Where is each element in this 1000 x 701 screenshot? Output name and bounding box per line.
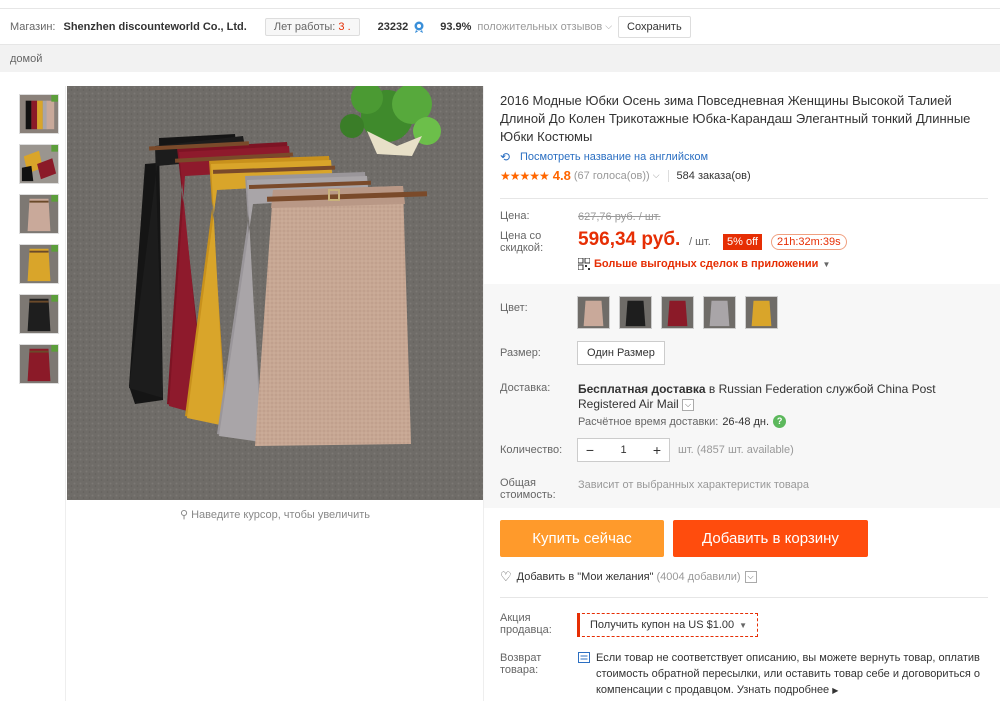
breadcrumb-home-link[interactable]: домой <box>10 53 42 65</box>
votes-count[interactable]: (67 голоса(ов)) <box>574 170 650 182</box>
total-price-value: Зависит от выбранных характеристик товар… <box>578 479 809 491</box>
thumbnail-5[interactable] <box>19 294 59 334</box>
product-title: 2016 Модные Юбки Осень зима Повседневная… <box>500 93 971 144</box>
discount-price-label: Цена со скидкой: <box>500 230 544 254</box>
coupon-text: Получить купон на <box>590 619 686 631</box>
star-rating-icon: ★★★★★ <box>500 168 550 183</box>
orders-count: 584 заказа(ов) <box>676 169 751 182</box>
quantity-label: Количество: <box>500 444 563 456</box>
translate-icon: ⟲ <box>500 150 511 164</box>
store-label: Магазин: <box>10 20 56 33</box>
quantity-decrease-button[interactable]: − <box>578 442 602 458</box>
thumbnail-3[interactable] <box>19 194 59 234</box>
thumbnail-list <box>12 86 66 701</box>
app-deals-link[interactable]: Больше выгодных сделок в приложении ▼ <box>578 258 830 270</box>
english-title-link[interactable]: ⟲ Посмотреть название на английском <box>500 150 988 164</box>
divider <box>667 169 669 182</box>
quantity-input[interactable]: 1 <box>602 444 645 456</box>
quantity-available: шт. (4857 шт. available) <box>678 444 794 456</box>
color-option-burgundy[interactable] <box>661 296 694 329</box>
qr-code-icon <box>578 258 590 270</box>
rating-row: ★★★★★ 4.8 (67 голоса(ов)) ⌵ 584 заказа(о… <box>500 168 988 183</box>
wishlist-row: ♡ Добавить в "Мои желания" (4004 добавил… <box>500 569 757 585</box>
quantity-stepper: − 1 + <box>577 438 670 462</box>
returns-policy: Если товар не соответствует описанию, вы… <box>596 650 990 699</box>
learn-more-link[interactable]: Узнать подробнее <box>737 684 829 696</box>
magnifier-icon: ⚲ <box>179 509 189 521</box>
store-years-badge: Лет работы: 3 . <box>264 17 360 36</box>
shipping-free: Бесплатная доставка <box>578 382 706 396</box>
help-icon[interactable]: ? <box>773 415 787 428</box>
per-unit-label: / шт. <box>689 236 711 248</box>
positive-feedback-pct: 93.9% <box>440 20 472 33</box>
medal-icon <box>414 21 424 33</box>
positive-feedback-label[interactable]: положительных отзывов <box>477 21 602 33</box>
chevron-down-icon[interactable]: ⌵ <box>653 170 660 181</box>
size-label: Размер: <box>500 347 541 359</box>
buy-now-button[interactable]: Купить сейчас <box>500 520 664 557</box>
shipping-dropdown-icon[interactable]: ⌵ <box>682 398 695 411</box>
thumbnail-1[interactable] <box>19 94 59 134</box>
eta-value: 26-48 дн. <box>722 415 770 428</box>
discount-badge: 5% off <box>723 234 762 250</box>
price-label: Цена: <box>500 210 530 222</box>
get-coupon-button[interactable]: Получить купон на US $1.00 ▼ <box>577 613 759 637</box>
store-years-value: 3 . <box>338 20 351 33</box>
color-option-black[interactable] <box>619 296 652 329</box>
store-years-label: Лет работы: <box>273 20 336 33</box>
color-option-beige[interactable] <box>577 296 610 329</box>
returns-label: Возврат товара: <box>500 652 542 676</box>
thumbnail-4[interactable] <box>19 244 59 284</box>
wishlist-count: (4004 добавили) <box>656 571 741 583</box>
discount-price: 596,34 руб. <box>578 229 681 250</box>
color-options <box>577 296 787 329</box>
total-price-label: Общая стоимость: <box>500 477 556 501</box>
shipping-info: Бесплатная доставка в Russian Federation… <box>578 382 993 412</box>
delivery-estimate: Расчётное время доставки: 26-48 дн. ? <box>578 415 787 428</box>
color-option-yellow[interactable] <box>745 296 778 329</box>
eta-label: Расчётное время доставки: <box>578 415 719 428</box>
zoom-hint-text: Наведите курсор, чтобы увеличить <box>191 509 371 521</box>
wishlist-dropdown-icon[interactable]: ⌵ <box>744 571 757 583</box>
english-title-label[interactable]: Посмотреть название на английском <box>520 151 708 163</box>
original-price: 627,76 руб. / шт. <box>578 211 661 223</box>
main-product-image[interactable] <box>67 86 483 500</box>
heart-plus-icon[interactable]: ♡ <box>500 569 512 585</box>
product-info: 2016 Модные Юбки Осень зима Повседневная… <box>500 92 988 183</box>
breadcrumb: домой <box>0 44 1000 72</box>
shipping-label: Доставка: <box>500 382 551 394</box>
quantity-increase-button[interactable]: + <box>645 442 669 458</box>
store-name-link[interactable]: Shenzhen discounteworld Co., Ltd. <box>64 21 247 33</box>
chevron-down-icon[interactable]: ⌵ <box>605 21 612 32</box>
coupon-value: US $1.00 <box>688 619 735 631</box>
save-store-button[interactable]: Сохранить <box>618 15 691 38</box>
app-deals-label[interactable]: Больше выгодных сделок в приложении <box>594 258 818 270</box>
store-score[interactable]: 23232 <box>378 21 409 33</box>
document-icon <box>578 652 590 663</box>
add-to-wishlist-link[interactable]: Добавить в "Мои желания" <box>517 571 654 583</box>
countdown-timer: 21h:32m:39s <box>771 234 847 250</box>
color-option-grey[interactable] <box>703 296 736 329</box>
thumbnail-2[interactable] <box>19 144 59 184</box>
caret-down-icon: ▼ <box>739 620 748 630</box>
divider <box>500 198 988 199</box>
zoom-hint: ⚲ Наведите курсор, чтобы увеличить <box>67 508 483 521</box>
add-to-cart-button[interactable]: Добавить в корзину <box>673 520 868 557</box>
divider <box>500 597 988 598</box>
caret-down-icon: ▼ <box>822 259 831 269</box>
caret-right-icon: ▶ <box>832 686 839 695</box>
thumbnail-6[interactable] <box>19 344 59 384</box>
rating-value: 4.8 <box>552 168 571 183</box>
seller-promo-label: Акция продавца: <box>500 612 552 636</box>
size-option-one-size[interactable]: Один Размер <box>577 341 665 365</box>
color-label: Цвет: <box>500 302 528 314</box>
store-bar: Магазин: Shenzhen discounteworld Co., Lt… <box>0 8 1000 44</box>
